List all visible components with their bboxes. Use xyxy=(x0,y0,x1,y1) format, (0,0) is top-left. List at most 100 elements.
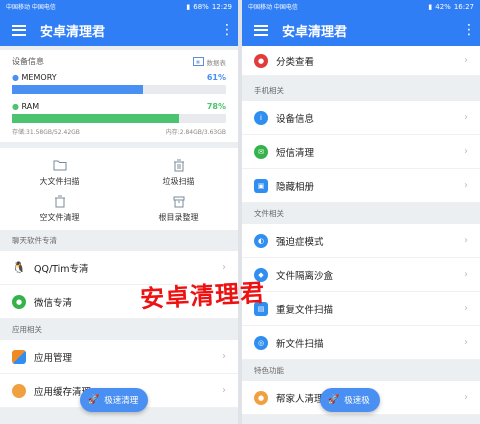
root-dir-organize-button[interactable]: 根目录整理 xyxy=(119,190,238,226)
ram-bar-fill xyxy=(12,114,179,123)
ram-label: ● RAM xyxy=(12,102,40,111)
hamburger-menu-icon[interactable] xyxy=(254,24,268,36)
ram-percent: 78% xyxy=(206,102,226,111)
row-label: 短信清理 xyxy=(276,147,315,159)
speed-clean-button[interactable]: 🚀 极速清理 xyxy=(80,388,149,412)
tool-label: 空文件清理 xyxy=(39,212,80,222)
chevron-right-icon: › xyxy=(222,262,226,273)
memory-meter: ● MEMORY 61% xyxy=(12,73,226,94)
sms-icon: ✉ xyxy=(254,144,268,159)
device-info-card: 设备信息 ▦ 数据表 ● MEMORY 61% ● RAM 78% 存储:31.… xyxy=(0,50,238,142)
qq-icon: 🐧 xyxy=(12,260,26,275)
memory-bar-fill xyxy=(12,85,143,94)
chevron-right-icon: › xyxy=(464,392,468,403)
app-bar: 安卓清理君 ⋮ xyxy=(242,14,480,46)
row-label: 强迫症模式 xyxy=(276,236,324,248)
sandbox-icon: ◆ xyxy=(254,267,268,282)
chevron-right-icon: › xyxy=(464,303,468,314)
hamburger-menu-icon[interactable] xyxy=(12,24,26,36)
status-bar: 中国移动 中国电信 ▮ 42% 16:27 xyxy=(242,0,480,14)
chevron-right-icon: › xyxy=(464,55,468,66)
status-bar: 中国移动 中国电信 ▮ 68% 12:29 xyxy=(0,0,238,14)
section-feature: 特色功能 xyxy=(242,360,480,381)
memory-percent: 61% xyxy=(206,73,226,82)
chevron-right-icon: › xyxy=(464,337,468,348)
section-file: 文件相关 xyxy=(242,203,480,224)
row-label: 隐藏相册 xyxy=(276,181,315,193)
app-title: 安卓清理君 xyxy=(282,24,348,40)
carrier-text: 中国移动 中国电信 xyxy=(248,3,298,11)
chevron-right-icon: › xyxy=(464,112,468,123)
sms-clean-row[interactable]: ✉ 短信清理 › xyxy=(242,135,480,169)
tool-label: 根目录整理 xyxy=(158,212,199,222)
fab-label: 极速清理 xyxy=(104,396,139,406)
category-view-row[interactable]: ● 分类查看 › xyxy=(242,46,480,76)
section-phone: 手机相关 xyxy=(242,80,480,101)
memory-usage-text: 内存:2.84GB/3.63GB xyxy=(165,129,226,136)
large-file-scan-button[interactable]: 大文件扫描 xyxy=(0,154,119,190)
more-vert-icon[interactable]: ⋮ xyxy=(462,23,476,37)
row-label: 微信专清 xyxy=(34,297,73,309)
more-vert-icon[interactable]: ⋮ xyxy=(220,23,234,37)
battery-icon: ▮ xyxy=(186,2,191,11)
wechat-icon: ● xyxy=(12,294,26,309)
clock-text: 12:29 xyxy=(211,2,232,11)
left-phone-screen: 中国移动 中国电信 ▮ 68% 12:29 安卓清理君 ⋮ 设备信息 ▦ 数据表… xyxy=(0,0,238,424)
ocd-mode-row[interactable]: ◐ 强迫症模式 › xyxy=(242,224,480,258)
trash-icon xyxy=(54,195,65,207)
section-chat: 聊天软件专清 xyxy=(0,230,238,251)
data-table-button[interactable]: ▦ 数据表 xyxy=(192,57,227,67)
device-info-row[interactable]: i 设备信息 › xyxy=(242,101,480,135)
category-icon: ● xyxy=(254,53,268,68)
device-info-icon: i xyxy=(254,110,268,125)
memory-label: ● MEMORY xyxy=(12,73,57,82)
album-icon: ▣ xyxy=(254,178,268,193)
clock-text: 16:27 xyxy=(453,2,474,11)
data-table-label: 数据表 xyxy=(206,58,227,67)
new-file-scan-row[interactable]: ◎ 新文件扫描 › xyxy=(242,326,480,360)
fab-label: 极速极 xyxy=(344,396,370,406)
app-title: 安卓清理君 xyxy=(40,24,106,40)
family-icon: ● xyxy=(254,390,268,405)
hidden-album-row[interactable]: ▣ 隐藏相册 › xyxy=(242,169,480,203)
box-icon xyxy=(173,196,184,207)
chevron-right-icon: › xyxy=(222,385,226,396)
row-label: 新文件扫描 xyxy=(276,338,324,350)
device-info-heading: 设备信息 xyxy=(12,57,44,66)
app-bar: 安卓清理君 ⋮ xyxy=(0,14,238,46)
empty-file-clean-button[interactable]: 空文件清理 xyxy=(0,190,119,226)
chevron-right-icon: › xyxy=(464,146,468,157)
folder-icon xyxy=(53,160,66,170)
row-label: QQ/Tim专清 xyxy=(34,263,89,275)
ocd-icon: ◐ xyxy=(254,233,268,248)
wechat-clean-row[interactable]: ● 微信专清 › xyxy=(0,285,238,319)
battery-icon: ▮ xyxy=(428,2,433,11)
tools-grid: 大文件扫描 垃圾扫描 空文件清理 根目录整理 xyxy=(0,148,238,230)
trash-scan-icon xyxy=(173,159,184,171)
file-sandbox-row[interactable]: ◆ 文件隔离沙盒 › xyxy=(242,258,480,292)
rocket-icon: 🚀 xyxy=(88,395,100,405)
qq-tim-clean-row[interactable]: 🐧 QQ/Tim专清 › xyxy=(0,251,238,285)
data-table-icon: ▦ xyxy=(192,57,204,66)
speed-clean-button[interactable]: 🚀 极速极 xyxy=(320,388,380,412)
chevron-right-icon: › xyxy=(222,296,226,307)
storage-text: 存储:31.58GB/52.42GB xyxy=(12,129,80,136)
app-manage-row[interactable]: 应用管理 › xyxy=(0,340,238,374)
right-phone-screen: 中国移动 中国电信 ▮ 42% 16:27 安卓清理君 ⋮ ● 分类查看 › 手… xyxy=(242,0,480,424)
tool-label: 大文件扫描 xyxy=(39,176,80,186)
row-label: 重复文件扫描 xyxy=(276,304,334,316)
chevron-right-icon: › xyxy=(464,180,468,191)
chevron-right-icon: › xyxy=(464,269,468,280)
junk-scan-button[interactable]: 垃圾扫描 xyxy=(119,154,238,190)
row-label: 应用管理 xyxy=(34,352,73,364)
app-cube-icon xyxy=(12,349,26,364)
row-label: 文件隔离沙盒 xyxy=(276,270,334,282)
tool-label: 垃圾扫描 xyxy=(162,176,195,186)
duplicate-file-scan-row[interactable]: ▤ 重复文件扫描 › xyxy=(242,292,480,326)
battery-text: 68% xyxy=(193,2,209,11)
row-label: 分类查看 xyxy=(276,56,315,68)
duplicate-icon: ▤ xyxy=(254,301,268,316)
carrier-text: 中国移动 中国电信 xyxy=(6,3,56,11)
cache-icon xyxy=(12,383,26,398)
section-app: 应用相关 xyxy=(0,319,238,340)
